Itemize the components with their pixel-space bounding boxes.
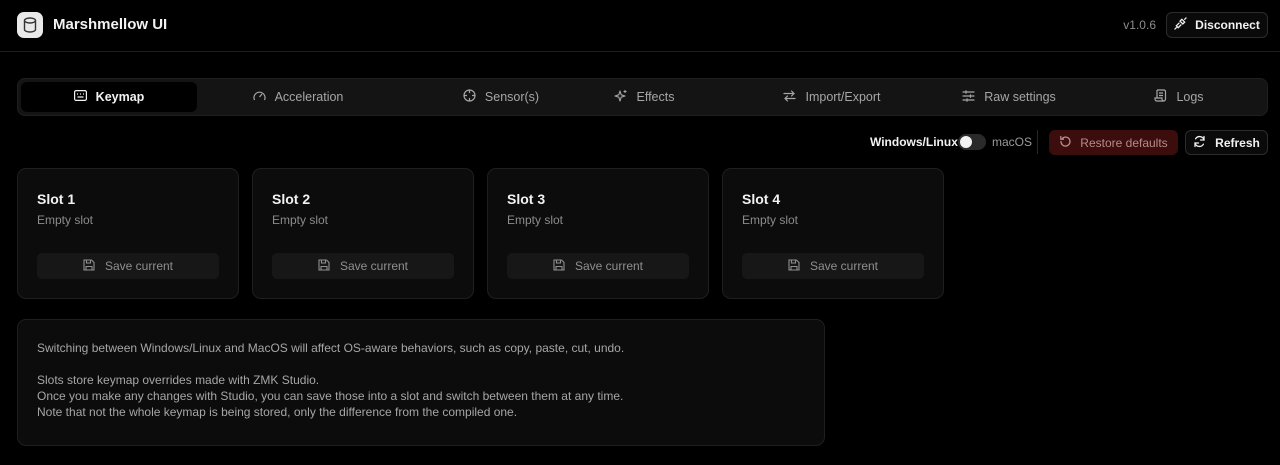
save-icon xyxy=(788,258,800,274)
save-current-button[interactable]: Save current xyxy=(742,253,924,279)
tab-import-export-label: Import/Export xyxy=(805,90,881,104)
save-current-label: Save current xyxy=(339,259,409,273)
scroll-icon xyxy=(1154,89,1167,105)
save-current-button[interactable]: Save current xyxy=(272,253,454,279)
slot-card-4: Slot 4 Empty slot Save current xyxy=(722,168,944,299)
keyboard-icon xyxy=(73,90,87,104)
top-bar: Marshmellow UI v1.0.6 Disconnect xyxy=(0,0,1280,52)
tab-raw-settings-label: Raw settings xyxy=(984,90,1056,104)
os-windows-linux-label: Windows/Linux xyxy=(870,135,958,149)
gauge-icon xyxy=(253,90,266,105)
disconnect-label: Disconnect xyxy=(1195,18,1260,32)
crosshair-icon xyxy=(463,89,476,105)
app-title: Marshmellow UI xyxy=(53,16,168,33)
save-current-label: Save current xyxy=(574,259,644,273)
info-os-text: Switching between Windows/Linux and MacO… xyxy=(37,341,625,355)
rotate-ccw-icon xyxy=(1059,135,1072,151)
os-toggle-switch[interactable] xyxy=(958,134,986,150)
toolbar-divider xyxy=(1037,130,1038,154)
slot-title: Slot 3 xyxy=(507,191,546,207)
slot-title: Slot 4 xyxy=(742,191,781,207)
slot-card-3: Slot 3 Empty slot Save current xyxy=(487,168,709,299)
plug-icon xyxy=(1174,17,1187,33)
app-logo-icon xyxy=(17,12,43,38)
tab-effects-label: Effects xyxy=(636,90,675,104)
tab-acceleration-label: Acceleration xyxy=(274,90,344,104)
tab-effects[interactable]: Effects xyxy=(548,82,740,112)
info-panel: Switching between Windows/Linux and MacO… xyxy=(17,319,825,446)
info-note-text: Note that not the whole keymap is being … xyxy=(37,405,518,419)
save-icon xyxy=(83,258,95,274)
sparkles-icon xyxy=(613,89,628,106)
restore-defaults-button[interactable]: Restore defaults xyxy=(1049,130,1178,155)
refresh-label: Refresh xyxy=(1215,135,1260,150)
tab-logs[interactable]: Logs xyxy=(1094,82,1264,112)
slot-status: Empty slot xyxy=(37,213,94,227)
tab-acceleration[interactable]: Acceleration xyxy=(201,82,395,112)
tab-sensors-label: Sensor(s) xyxy=(484,90,540,104)
info-studio-text: Once you make any changes with Studio, y… xyxy=(37,389,624,403)
slot-status: Empty slot xyxy=(507,213,564,227)
restore-defaults-label: Restore defaults xyxy=(1080,135,1168,150)
switch-knob xyxy=(960,136,972,148)
os-macos-label: macOS xyxy=(992,135,1033,149)
save-icon xyxy=(318,258,330,274)
arrows-swap-icon xyxy=(783,89,797,105)
main-tabs: Keymap Acceleration Sensor(s) Effects Im… xyxy=(17,78,1268,116)
tab-raw-settings[interactable]: Raw settings xyxy=(924,82,1094,112)
tab-logs-label: Logs xyxy=(1176,90,1204,104)
slot-status: Empty slot xyxy=(742,213,799,227)
save-current-button[interactable]: Save current xyxy=(507,253,689,279)
info-slots-text: Slots store keymap overrides made with Z… xyxy=(37,373,320,387)
tab-keymap[interactable]: Keymap xyxy=(21,82,197,112)
tab-keymap-label: Keymap xyxy=(95,90,145,104)
refresh-icon xyxy=(1193,135,1206,151)
save-current-label: Save current xyxy=(809,259,879,273)
slot-card-2: Slot 2 Empty slot Save current xyxy=(252,168,474,299)
slot-title: Slot 2 xyxy=(272,191,311,207)
version-label: v1.0.6 xyxy=(1123,18,1156,32)
refresh-button[interactable]: Refresh xyxy=(1185,130,1268,155)
tab-import-export[interactable]: Import/Export xyxy=(740,82,924,112)
save-icon xyxy=(553,258,565,274)
save-current-button[interactable]: Save current xyxy=(37,253,219,279)
save-current-label: Save current xyxy=(104,259,174,273)
disconnect-button[interactable]: Disconnect xyxy=(1166,12,1268,38)
slot-card-1: Slot 1 Empty slot Save current xyxy=(17,168,239,299)
slot-status: Empty slot xyxy=(272,213,329,227)
slot-title: Slot 1 xyxy=(37,191,76,207)
sliders-icon xyxy=(962,89,975,105)
